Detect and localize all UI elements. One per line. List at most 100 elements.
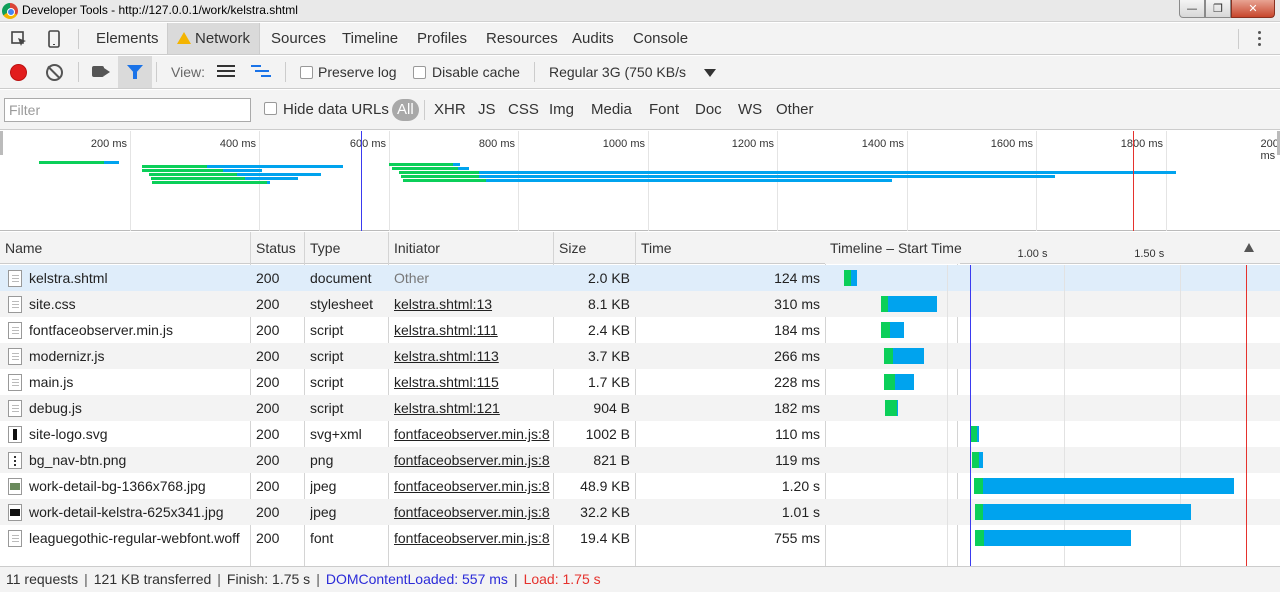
table-row[interactable]: leaguegothic-regular-webfont.woff 200 font…	[0, 525, 1280, 551]
column-time[interactable]: Time	[636, 232, 824, 264]
overview-icon[interactable]	[251, 65, 271, 79]
request-type: script	[310, 348, 344, 364]
hide-data-urls-checkbox[interactable]	[264, 102, 277, 115]
overview-waiting-bar	[150, 177, 245, 180]
throttling-select[interactable]: Regular 3G (750 KB/s	[549, 64, 686, 80]
overview-waiting-bar	[142, 165, 208, 168]
device-mode-icon[interactable]	[45, 30, 63, 48]
overview-waiting-bar	[402, 179, 486, 182]
column-timeline[interactable]: Timeline – Start Time	[825, 232, 962, 264]
minimize-button[interactable]: —	[1179, 0, 1205, 18]
waterfall-waiting-bar	[884, 400, 898, 416]
type-filter-font[interactable]: Font	[649, 99, 679, 121]
type-filter-other[interactable]: Other	[776, 99, 814, 121]
more-options-icon[interactable]	[1258, 31, 1262, 49]
file-icon	[8, 296, 22, 313]
request-initiator[interactable]: fontfaceobserver.min.js:8	[394, 447, 551, 473]
overview-download-bar	[103, 161, 120, 164]
image-file-icon	[8, 426, 22, 443]
disable-cache-checkbox[interactable]	[413, 66, 426, 79]
type-filter-all[interactable]: All	[392, 99, 419, 121]
tab-audits[interactable]: Audits	[563, 23, 623, 54]
view-label: View:	[171, 64, 205, 80]
load-marker	[1133, 131, 1134, 231]
waterfall-waiting-bar	[883, 348, 894, 364]
request-type: script	[310, 374, 344, 390]
request-initiator[interactable]: kelstra.shtml:115	[394, 369, 551, 395]
chevron-down-icon[interactable]	[704, 69, 716, 77]
table-row[interactable]: site.css 200 stylesheet kelstra.shtml:13 8.1…	[0, 291, 1280, 317]
waterfall-waiting-bar	[881, 296, 889, 312]
request-status: 200	[256, 530, 280, 546]
type-filter-xhr[interactable]: XHR	[434, 99, 466, 121]
large-rows-icon[interactable]	[217, 65, 235, 79]
request-size: 8.1 KB	[587, 296, 630, 312]
column-status[interactable]: Status	[251, 232, 303, 264]
type-filter-css[interactable]: CSS	[508, 99, 539, 121]
table-row[interactable]: bg_nav-btn.png 200 png fontfaceobserver.min…	[0, 447, 1280, 473]
waterfall-download-bar	[984, 530, 1131, 546]
request-name: debug.js	[29, 400, 82, 416]
request-size: 2.4 KB	[587, 322, 630, 338]
column-size[interactable]: Size	[554, 232, 634, 264]
table-row[interactable]: main.js 200 script kelstra.shtml:115 1.7 KB 2…	[0, 369, 1280, 395]
request-type: svg+xml	[310, 426, 362, 442]
column-name[interactable]: Name	[0, 232, 250, 264]
request-initiator[interactable]: kelstra.shtml:13	[394, 291, 551, 317]
column-initiator[interactable]: Initiator	[389, 232, 552, 264]
tab-console[interactable]: Console	[624, 23, 697, 54]
tab-profiles[interactable]: Profiles	[408, 23, 476, 54]
filter-toggle-icon[interactable]	[118, 56, 152, 88]
request-size: 1.7 KB	[587, 374, 630, 390]
overview-tick-label: 1200 ms	[731, 138, 774, 150]
request-initiator[interactable]: fontfaceobserver.min.js:8	[394, 473, 551, 499]
table-row[interactable]: modernizr.js 200 script kelstra.shtml:113 3.…	[0, 343, 1280, 369]
tab-network[interactable]: Network	[167, 23, 261, 54]
table-row[interactable]: debug.js 200 script kelstra.shtml:121 904 B 1…	[0, 395, 1280, 421]
request-initiator[interactable]: kelstra.shtml:121	[394, 395, 551, 421]
waterfall-download-bar	[977, 426, 980, 442]
close-button[interactable]: ✕	[1231, 0, 1275, 18]
table-row[interactable]: site-logo.svg 200 svg+xml fontfaceobserver.…	[0, 421, 1280, 447]
image-file-icon	[8, 504, 22, 521]
table-row[interactable]: work-detail-kelstra-625x341.jpg 200 jpeg fo…	[0, 499, 1280, 525]
tab-sources[interactable]: Sources	[262, 23, 335, 54]
request-initiator[interactable]: fontfaceobserver.min.js:8	[394, 525, 551, 551]
type-filter-media[interactable]: Media	[591, 99, 632, 121]
inspect-element-icon[interactable]	[10, 30, 28, 48]
overview-download-bar	[485, 179, 892, 182]
request-initiator[interactable]: kelstra.shtml:113	[394, 343, 551, 369]
request-initiator[interactable]: kelstra.shtml:111	[394, 317, 551, 343]
overview-left-handle[interactable]	[0, 131, 3, 155]
type-filter-doc[interactable]: Doc	[695, 99, 722, 121]
tab-timeline[interactable]: Timeline	[333, 23, 407, 54]
hide-data-urls-label: Hide data URLs	[283, 101, 389, 118]
request-type: jpeg	[310, 504, 337, 520]
tab-resources[interactable]: Resources	[477, 23, 567, 54]
preserve-log-checkbox[interactable]	[300, 66, 313, 79]
clear-button[interactable]	[46, 64, 63, 81]
type-filter-js[interactable]: JS	[478, 99, 496, 121]
waterfall-gridline	[1180, 265, 1182, 566]
type-filter-img[interactable]: Img	[549, 99, 574, 121]
tab-elements[interactable]: Elements	[87, 23, 168, 54]
table-row[interactable]: work-detail-bg-1366x768.jpg 200 jpeg fontfa…	[0, 473, 1280, 499]
capture-screenshots-icon[interactable]	[92, 66, 104, 77]
sort-ascending-icon[interactable]	[1244, 243, 1254, 252]
overview-gridline	[1036, 131, 1037, 231]
request-initiator[interactable]: fontfaceobserver.min.js:8	[394, 499, 551, 525]
column-type[interactable]: Type	[305, 232, 387, 264]
request-time: 228 ms	[774, 374, 820, 390]
type-filter-ws[interactable]: WS	[738, 99, 762, 121]
requests-table-header: Name Status Type Initiator Size Time Tim…	[0, 232, 1280, 264]
request-name: work-detail-kelstra-625x341.jpg	[29, 504, 224, 520]
overview-download-bar	[479, 175, 1056, 178]
record-button[interactable]	[10, 64, 27, 81]
maximize-button[interactable]: ❐	[1205, 0, 1231, 18]
filter-input[interactable]	[4, 98, 251, 122]
table-row[interactable]: kelstra.shtml 200 document Other 2.0 KB 124 m…	[0, 265, 1280, 291]
request-initiator[interactable]: fontfaceobserver.min.js:8	[394, 421, 551, 447]
table-row[interactable]: fontfaceobserver.min.js 200 script kelstra.…	[0, 317, 1280, 343]
request-name: site.css	[29, 296, 76, 312]
request-time: 110 ms	[775, 426, 820, 442]
